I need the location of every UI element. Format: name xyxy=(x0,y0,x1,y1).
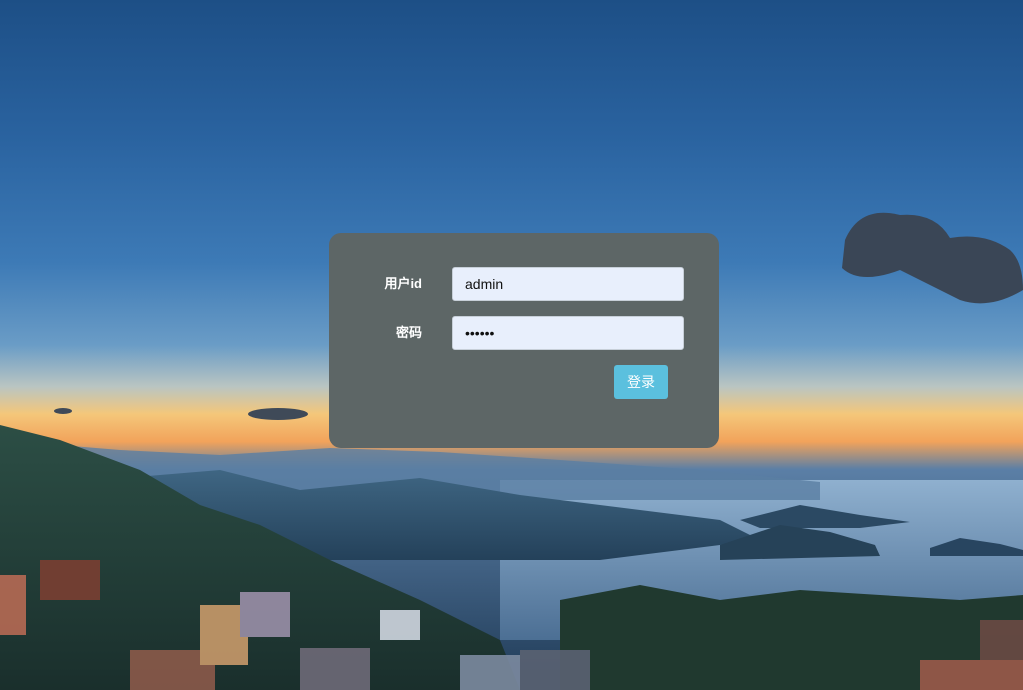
password-label: 密码 xyxy=(395,325,422,340)
username-input[interactable] xyxy=(452,267,684,301)
username-label: 用户id xyxy=(384,276,422,291)
login-button[interactable]: 登录 xyxy=(614,365,668,399)
login-panel: 用户id 密码 登录 xyxy=(329,233,719,448)
password-input[interactable] xyxy=(452,316,684,350)
password-row: 密码 xyxy=(329,316,719,350)
username-row: 用户id xyxy=(329,267,719,301)
login-page: 用户id 密码 登录 xyxy=(0,0,1023,690)
